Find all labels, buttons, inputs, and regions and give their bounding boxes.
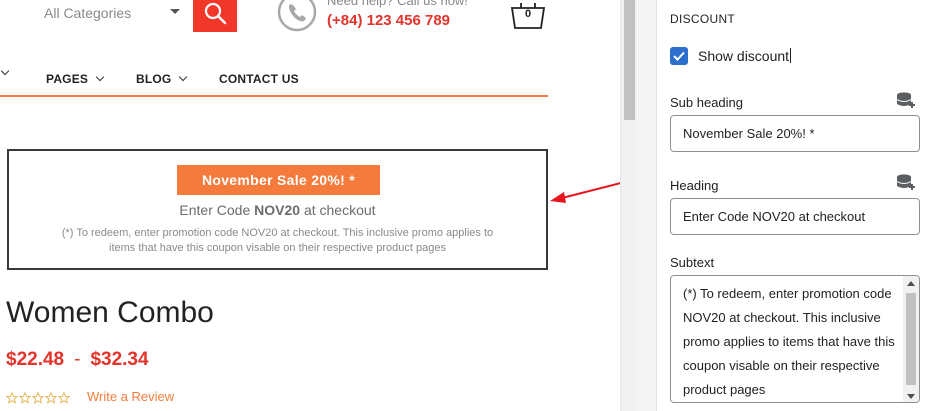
star-icon [58,392,70,404]
cart-button[interactable]: 0 [508,0,548,30]
star-icon [19,392,31,404]
subtext-textarea[interactable]: (*) To redeem, enter promotion code NOV2… [670,275,920,403]
chevron-down-icon [0,66,10,76]
text-cursor [790,48,792,63]
search-icon [204,2,227,25]
checkmark-icon [673,51,685,61]
nav-underline [0,95,548,97]
cart-count: 0 [524,8,532,20]
phone-icon [277,0,317,32]
star-icon [45,392,57,404]
sub-heading-input[interactable]: November Sale 20%! * [670,115,920,152]
nav-item-label: CONTACT US [219,72,299,86]
textarea-scrollbar[interactable] [903,276,919,402]
subtext-value: (*) To redeem, enter promotion code NOV2… [683,286,895,397]
nav-item-pages[interactable]: PAGES [46,72,105,86]
price-separator: - [74,349,81,370]
database-add-icon[interactable] [895,91,917,109]
heading-label: Heading [670,178,719,193]
nav-item-blog[interactable]: BLOG [136,72,188,86]
show-discount-checkbox[interactable] [670,47,688,65]
help-text: Need help? Call us now! [327,0,468,8]
star-icon [6,392,18,404]
scroll-down-icon[interactable] [907,394,915,399]
rating-stars [6,392,70,404]
caret-down-icon [170,9,180,14]
preview-scrollbar[interactable] [620,0,637,411]
promo-heading-prefix: Enter Code [179,202,255,218]
write-review-link[interactable]: Write a Review [87,389,174,404]
search-button[interactable] [193,0,237,32]
section-title: DISCOUNT [670,12,736,26]
textarea-scrollbar-thumb[interactable] [906,293,916,385]
promo-sub-heading: November Sale 20%! * [177,165,380,195]
help-phone-number[interactable]: (+84) 123 456 789 [327,12,450,29]
show-discount-text: Show discount [698,48,790,64]
price-max: $32.34 [90,349,149,370]
discount-banner: November Sale 20%! * Enter Code NOV20 at… [7,149,548,270]
scroll-up-icon[interactable] [907,281,915,286]
settings-panel: DISCOUNT Show discount Sub heading Novem… [657,0,928,411]
chevron-down-icon [95,72,105,82]
product-title: Women Combo [6,296,214,329]
app-root: All Categories Need help? Call us now! (… [0,0,928,411]
show-discount-label: Show discount [698,48,792,64]
database-add-icon[interactable] [895,173,917,191]
promo-heading-suffix: at checkout [300,202,376,218]
price-min: $22.48 [6,349,65,370]
star-icon [32,392,44,404]
category-select-value: All Categories [44,5,132,21]
category-select[interactable]: All Categories [30,0,192,32]
subtext-label: Subtext [670,255,715,270]
main-nav: PAGES BLOG CONTACT US [0,64,548,94]
nav-item-contact-us[interactable]: CONTACT US [219,72,299,86]
heading-input[interactable]: Enter Code NOV20 at checkout [670,198,920,235]
sub-heading-label: Sub heading [670,95,744,110]
promo-heading: Enter Code NOV20 at checkout [9,202,546,218]
nav-item-label: PAGES [46,72,89,86]
pane-divider [637,0,657,411]
store-preview: All Categories Need help? Call us now! (… [0,0,620,411]
promo-code: NOV20 [254,202,301,218]
preview-scrollbar-thumb[interactable] [624,0,635,120]
price-range: $22.48- $32.34 [6,349,149,371]
nav-item-label: BLOG [136,72,172,86]
promo-subtext: (*) To redeem, enter promotion code NOV2… [61,227,494,254]
chevron-down-icon [179,72,188,82]
nav-item-previous[interactable] [0,66,10,76]
